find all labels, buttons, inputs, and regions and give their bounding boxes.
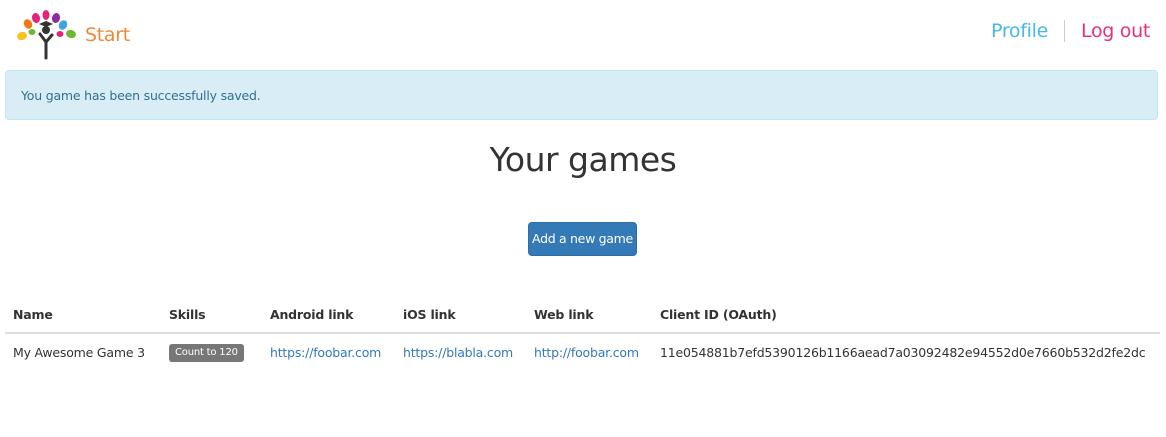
table-header-row: Name Skills Android link iOS link Web li… [5, 296, 1160, 334]
game-skills: Count to 120 [161, 333, 262, 370]
header-skills: Skills [161, 296, 262, 334]
header-android-link: Android link [262, 296, 395, 334]
brand-link[interactable]: Start [15, 10, 130, 60]
game-name: My Awesome Game 3 [13, 344, 145, 360]
games-table: Name Skills Android link iOS link Web li… [5, 296, 1160, 370]
success-alert: You game has been successfully saved. [5, 70, 1158, 120]
page-title: Your games [489, 140, 677, 179]
android-link[interactable]: https://foobar.com [270, 345, 381, 360]
header-client-id: Client ID (OAuth) [652, 296, 1160, 334]
navbar: Start Profile Log out [0, 0, 1166, 70]
header-web-link: Web link [526, 296, 652, 334]
nav-right: Profile Log out [991, 20, 1150, 42]
header-name: Name [5, 296, 161, 334]
profile-link[interactable]: Profile [991, 20, 1048, 42]
android-cell: https://foobar.com [262, 333, 395, 370]
ios-link[interactable]: https://blabla.com [403, 345, 513, 360]
add-game-button[interactable]: Add a new game [528, 222, 637, 256]
table-row: My Awesome Game 3 Count to 120 https://f… [5, 333, 1160, 370]
nav-separator [1064, 20, 1065, 42]
brand-label: Start [85, 24, 130, 46]
web-link[interactable]: http://foobar.com [534, 345, 639, 360]
web-cell: http://foobar.com [526, 333, 652, 370]
tree-logo-icon [15, 10, 79, 60]
ios-cell: https://blabla.com [395, 333, 526, 370]
skill-badge: Count to 120 [169, 343, 244, 362]
client-id: 11e054881b7efd5390126b1166aead7a03092482… [660, 344, 1146, 360]
header-ios-link: iOS link [395, 296, 526, 334]
logout-link[interactable]: Log out [1081, 20, 1150, 42]
